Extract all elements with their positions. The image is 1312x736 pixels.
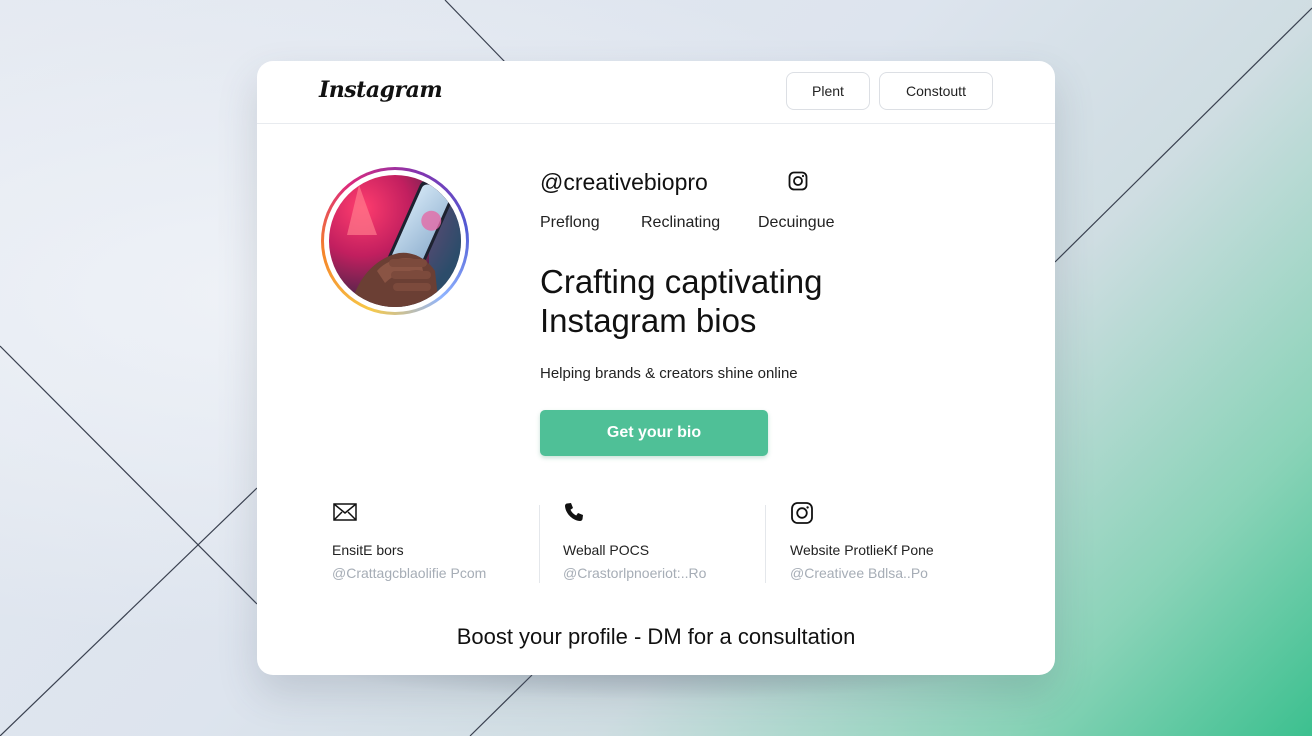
contact-title: Weball POCS xyxy=(563,542,650,558)
top-bar: Instagram Plent Constoutt xyxy=(257,61,1055,124)
contact-title: Website ProtlieKf Pone xyxy=(790,542,934,558)
tab-preflong[interactable]: Preflong xyxy=(540,214,600,232)
column-divider xyxy=(539,505,540,583)
tab-reclinating[interactable]: Reclinating xyxy=(641,214,720,232)
contact-subtitle: @Creativeе Bdlsa..Po xyxy=(790,565,928,581)
contact-subtitle: @Crastorlpnoeriot:..Ro xyxy=(563,565,707,581)
headline: Crafting captivating Instagram bios xyxy=(540,263,823,339)
instagram-icon xyxy=(790,501,814,530)
instagram-icon[interactable] xyxy=(788,171,808,196)
contact-subtitle: @Crattagcblaolifie Pcom xyxy=(332,565,487,581)
mail-icon xyxy=(332,501,358,528)
column-divider xyxy=(765,505,766,583)
phone-icon xyxy=(563,501,585,528)
tab-decuingue[interactable]: Decuingue xyxy=(758,214,835,232)
profile-handle: @creativebiopro xyxy=(540,169,708,195)
tagline: Helping brands & creators shine online xyxy=(540,365,798,382)
get-bio-button[interactable]: Get your bio xyxy=(540,410,768,456)
contact-title: EnsitE bors xyxy=(332,542,404,558)
avatar[interactable] xyxy=(321,167,469,315)
avatar-border xyxy=(324,170,466,312)
avatar-photo xyxy=(329,175,461,307)
profile-card: Instagram Plent Constoutt @creativebiopr… xyxy=(257,61,1055,675)
instagram-logo[interactable]: Instagram xyxy=(319,77,443,103)
plent-button[interactable]: Plent xyxy=(786,72,870,110)
constoutt-button[interactable]: Constoutt xyxy=(879,72,993,110)
footer-cta-text: Boost your profile - DM for a consultati… xyxy=(456,624,856,649)
